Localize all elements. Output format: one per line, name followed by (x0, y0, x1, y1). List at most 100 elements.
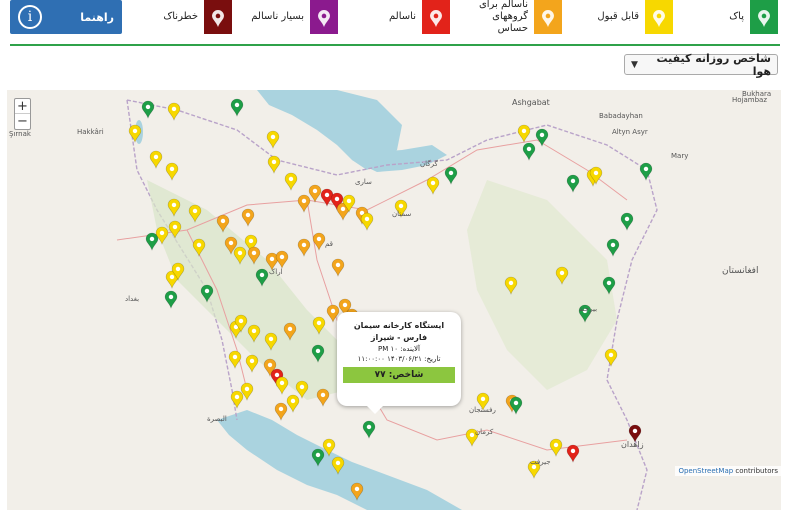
mountain-relief-east (467, 180, 617, 390)
index-type-select[interactable]: شاخص روزانه کیفیت هوا ▼ (624, 51, 778, 78)
station-marker[interactable] (141, 100, 155, 119)
station-marker[interactable] (228, 350, 242, 369)
station-marker[interactable] (639, 162, 653, 181)
station-marker[interactable] (284, 172, 298, 191)
station-marker[interactable] (426, 176, 440, 195)
place-label: زاهدان (621, 440, 644, 449)
station-marker[interactable] (535, 128, 549, 147)
place-label: بغداد (125, 295, 140, 303)
station-marker[interactable] (297, 238, 311, 257)
station-marker[interactable] (241, 208, 255, 227)
station-marker[interactable] (604, 348, 618, 367)
station-marker[interactable] (360, 212, 374, 231)
legend-label: بسیار ناسالم (251, 11, 304, 22)
station-marker[interactable] (308, 184, 322, 203)
station-marker[interactable] (362, 420, 376, 439)
map[interactable]: + − Ashgabat Bukhara Şırnak Hakkâri Baba… (7, 90, 781, 510)
station-marker[interactable] (331, 258, 345, 277)
popup-tip (367, 406, 383, 414)
station-marker[interactable] (274, 402, 288, 421)
attribution-text: contributors (733, 467, 778, 475)
place-label: Hojambaz (732, 96, 768, 104)
legend-item-acceptable[interactable]: قابل قبول (573, 0, 673, 34)
station-marker[interactable] (444, 166, 458, 185)
legend-label: ناسالم برای گروههای حساس (478, 0, 528, 34)
station-marker[interactable] (266, 130, 280, 149)
map-pin-glyph (430, 9, 442, 27)
place-label: Altyn Asyr (612, 128, 648, 136)
legend-item-hazardous[interactable]: خطرناک (132, 0, 232, 34)
map-pin-glyph (758, 9, 770, 27)
map-canvas[interactable] (7, 90, 781, 510)
station-marker[interactable] (549, 438, 563, 457)
legend-item-sensitive[interactable]: ناسالم برای گروههای حساس (462, 0, 562, 34)
station-marker[interactable] (316, 388, 330, 407)
place-label: کرمان (475, 428, 494, 436)
station-popup[interactable]: ایستگاه کارخانه سیمان فارس - شیراز آلاین… (337, 312, 461, 414)
station-name: ایستگاه کارخانه سیمان (353, 321, 445, 330)
zoom-out-button[interactable]: − (15, 114, 30, 129)
station-marker[interactable] (275, 376, 289, 395)
station-marker[interactable] (620, 212, 634, 231)
map-pin-icon (422, 0, 450, 34)
station-marker[interactable] (167, 102, 181, 121)
osm-link[interactable]: OpenStreetMap (678, 467, 733, 475)
help-button[interactable]: راهنما i (10, 0, 122, 34)
legend-item-unhealthy[interactable]: ناسالم (350, 0, 450, 34)
place-label: Hakkâri (77, 128, 104, 136)
station-marker[interactable] (517, 124, 531, 143)
legend-item-very-unhealthy[interactable]: بسیار ناسالم (238, 0, 338, 34)
place-label: افغانستان (722, 266, 759, 276)
legend-item-clean[interactable]: پاک (678, 0, 778, 34)
legend-label: قابل قبول (597, 11, 639, 22)
map-pin-icon (645, 0, 673, 34)
pollutant: آلاینده: PM ۱۰ (378, 345, 420, 353)
station-marker[interactable] (522, 142, 536, 161)
map-pin-glyph (653, 9, 665, 27)
station-marker[interactable] (566, 174, 580, 193)
station-marker[interactable] (606, 238, 620, 257)
map-pin-icon (204, 0, 232, 34)
zoom-in-button[interactable]: + (15, 99, 30, 114)
place-label: گرگان (420, 160, 438, 168)
map-pin-glyph (212, 9, 224, 27)
station-marker[interactable] (267, 155, 281, 174)
legend-label: ناسالم (389, 11, 416, 22)
place-label: Şırnak (9, 130, 31, 138)
map-pin-icon (310, 0, 338, 34)
divider (10, 44, 780, 46)
station-marker[interactable] (164, 290, 178, 309)
place-label: Ashgabat (512, 98, 550, 107)
station-marker[interactable] (275, 250, 289, 269)
legend-bar: پاک قابل قبول ناسالم برای گروههای حساس ن… (0, 0, 788, 36)
map-pin-glyph (318, 9, 330, 27)
legend-label: خطرناک (163, 11, 198, 22)
map-attribution: OpenStreetMap contributors (675, 466, 781, 476)
measurement-date: تاریخ: ۱۴۰۳/۰۶/۲۱ ۱۱:۰۰:۰۰ (357, 355, 441, 363)
map-pin-glyph (542, 9, 554, 27)
help-label: راهنما (80, 10, 114, 24)
station-marker[interactable] (230, 390, 244, 409)
aqi-index-badge: شاخص: ۷۷ (343, 367, 455, 383)
station-marker[interactable] (230, 98, 244, 117)
station-marker[interactable] (566, 444, 580, 463)
map-pin-icon (750, 0, 778, 34)
place-label: بیرجند (579, 305, 598, 313)
place-label: اراک (269, 268, 283, 276)
place-label: البصرة (207, 415, 227, 423)
station-location: فارس - شیراز (370, 333, 428, 342)
station-marker[interactable] (145, 232, 159, 251)
page: { "legend": { "items": [ {"label": "پاک"… (0, 0, 788, 516)
station-marker[interactable] (165, 162, 179, 181)
chevron-down-icon: ▼ (631, 59, 638, 70)
station-marker[interactable] (245, 354, 259, 373)
zoom-control: + − (14, 98, 31, 130)
place-label: ساری (355, 178, 372, 186)
station-marker[interactable] (149, 150, 163, 169)
info-icon: i (18, 5, 42, 29)
place-label: رفسنجان (469, 406, 496, 414)
legend-label: پاک (729, 11, 744, 22)
station-marker[interactable] (286, 394, 300, 413)
place-label: Mary (671, 152, 689, 160)
select-value: شاخص روزانه کیفیت هوا (656, 51, 771, 78)
